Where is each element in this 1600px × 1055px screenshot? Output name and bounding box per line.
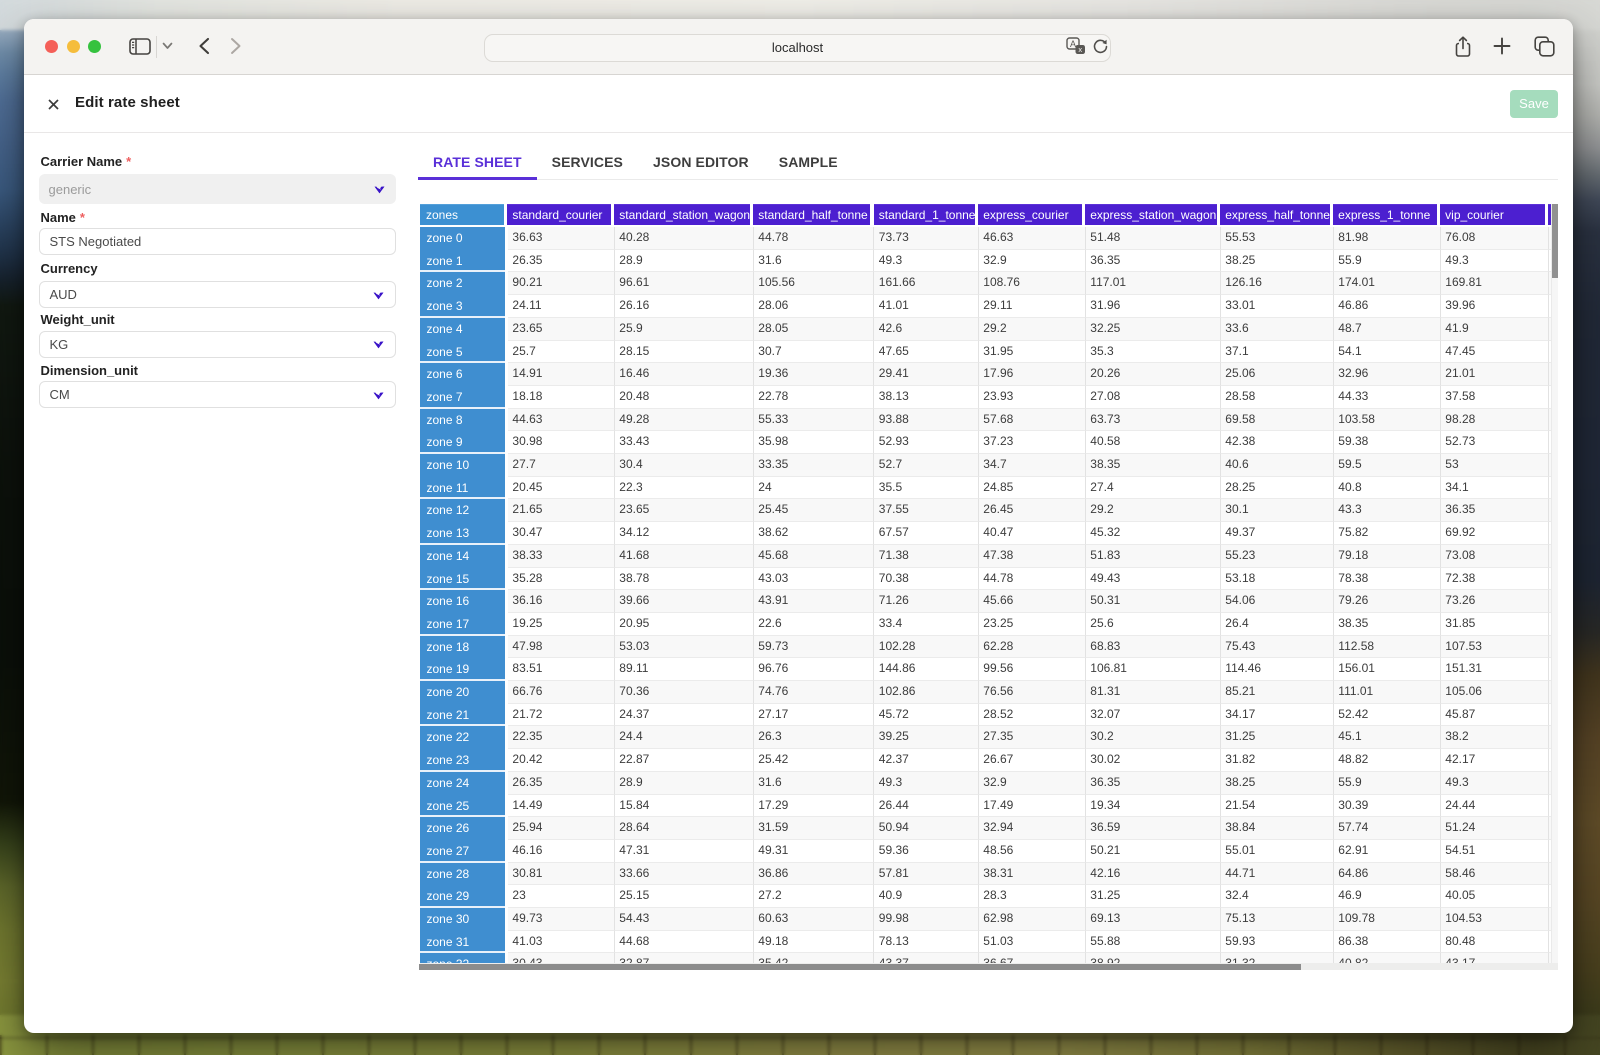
svg-text:A: A	[1070, 39, 1076, 49]
svg-text:x: x	[1078, 45, 1082, 54]
